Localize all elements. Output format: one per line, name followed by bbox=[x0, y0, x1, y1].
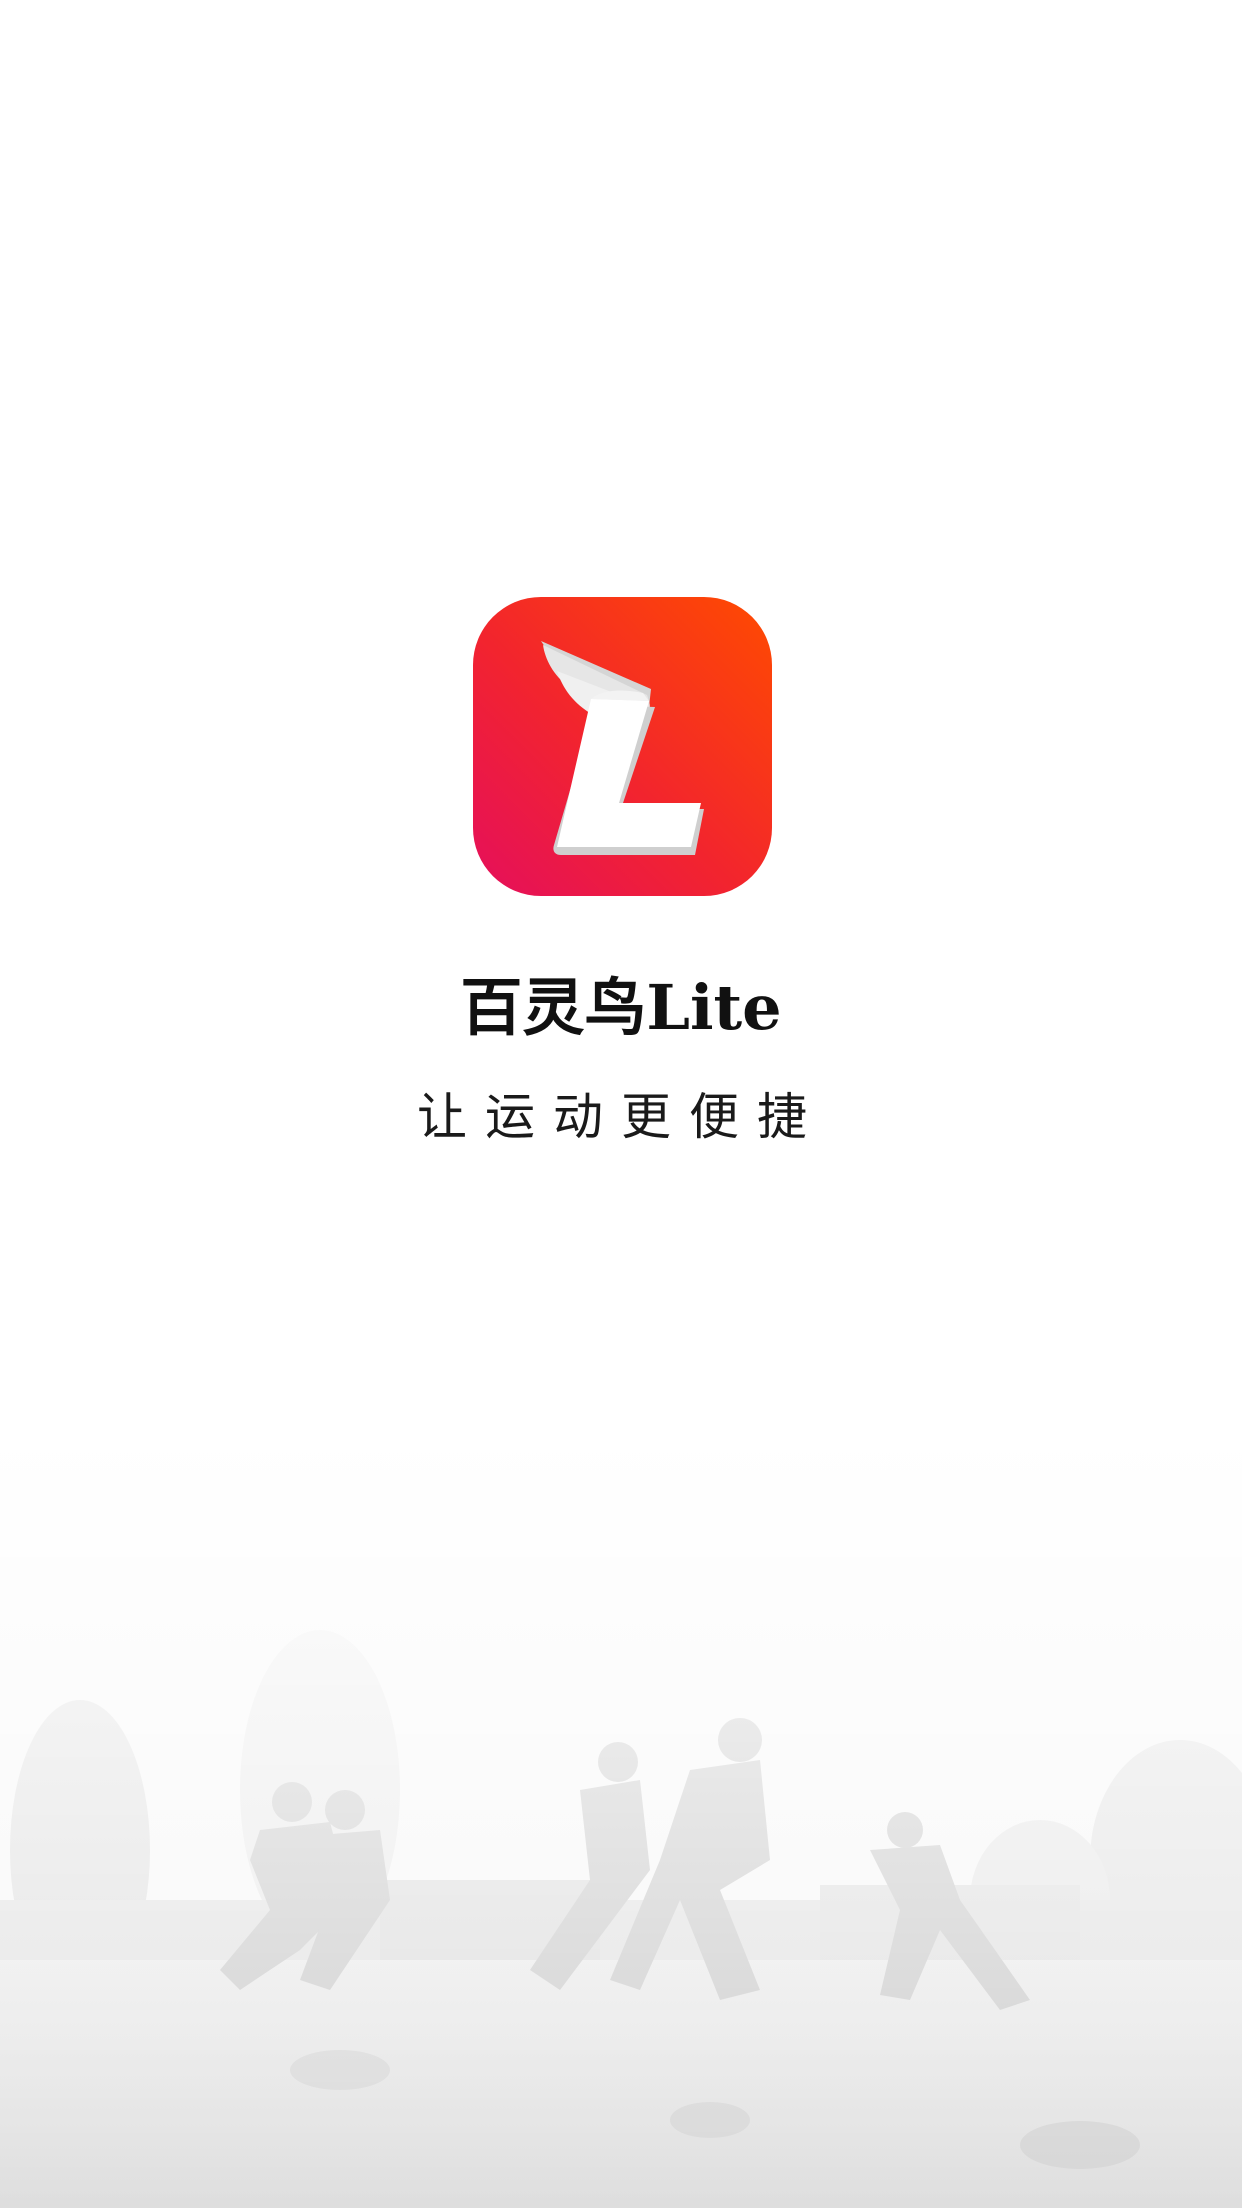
app-name: 百灵鸟Lite bbox=[460, 971, 782, 1044]
app-logo-icon bbox=[473, 597, 772, 896]
background-sports-photo bbox=[0, 1430, 1242, 2208]
winged-l-logo-icon bbox=[541, 641, 704, 855]
splash-screen: 百灵鸟Lite 让运动更便捷 bbox=[0, 0, 1242, 2208]
app-slogan: 让运动更便捷 bbox=[417, 1088, 825, 1146]
